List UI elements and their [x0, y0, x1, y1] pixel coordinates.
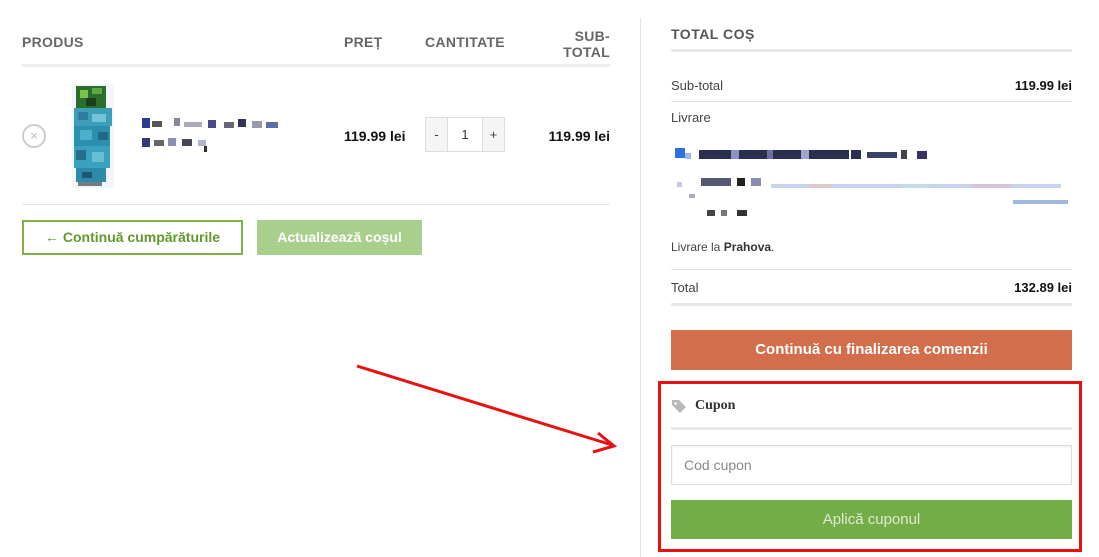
- header-product: PRODUS: [22, 34, 84, 50]
- tag-icon: [672, 400, 686, 413]
- subtotal-label: Sub-total: [671, 78, 724, 93]
- qty-plus-button[interactable]: +: [483, 118, 504, 151]
- remove-item-icon[interactable]: ×: [22, 124, 46, 148]
- total-label: Total: [671, 280, 699, 295]
- proceed-to-checkout-button[interactable]: Continuă cu finalizarea comenzii: [671, 330, 1072, 370]
- subtotal-value: 119.99 lei: [1014, 78, 1072, 93]
- item-price: 119.99 lei: [344, 128, 406, 144]
- item-subtotal: 119.99 lei: [548, 128, 610, 144]
- header-divider: [22, 64, 610, 67]
- coupon-title: Cupon: [695, 398, 736, 413]
- coupon-code-input[interactable]: [671, 445, 1072, 485]
- coupon-heading: Cupon: [671, 398, 735, 414]
- header-price: PREȚ: [344, 34, 383, 50]
- cart-totals-title: TOTAL COȘ: [671, 26, 755, 42]
- shipping-label: Livrare: [671, 110, 711, 125]
- row-divider: [22, 204, 610, 205]
- column-divider: [640, 18, 641, 557]
- header-subtotal: SUB- TOTAL: [563, 28, 610, 60]
- total-value: 132.89 lei: [1014, 280, 1072, 295]
- product-thumbnail[interactable]: [62, 84, 124, 188]
- shipping-divider: [671, 269, 1072, 270]
- total-divider: [671, 303, 1072, 306]
- qty-minus-button[interactable]: -: [426, 118, 447, 151]
- header-quantity: CANTITATE: [425, 34, 505, 50]
- shipping-destination: Livrare la Prahova.: [671, 240, 775, 254]
- subtotal-divider: [671, 101, 1072, 102]
- shipping-options-obscured[interactable]: [671, 146, 1072, 226]
- continue-shopping-button[interactable]: ← Continuă cumpărăturile: [22, 220, 243, 255]
- quantity-stepper: - 1 +: [425, 117, 505, 152]
- totals-title-divider: [671, 49, 1072, 52]
- update-cart-button[interactable]: Actualizează coșul: [257, 220, 422, 255]
- qty-input[interactable]: 1: [447, 118, 483, 151]
- product-name-obscured[interactable]: [142, 118, 302, 158]
- coupon-divider: [671, 427, 1072, 430]
- cart-item-row: × 119.99 lei - 1 + 119.99 lei: [22, 80, 610, 200]
- apply-coupon-button[interactable]: Aplică cuponul: [671, 500, 1072, 539]
